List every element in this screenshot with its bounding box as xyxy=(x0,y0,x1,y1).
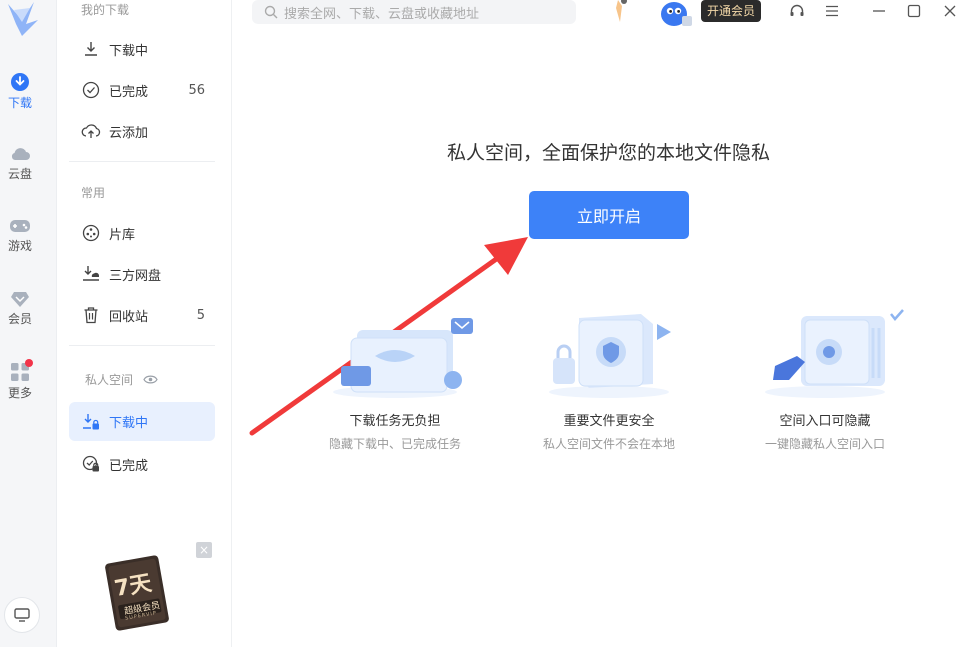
rail-label: 云盘 xyxy=(7,167,32,181)
eye-icon[interactable] xyxy=(143,374,158,385)
search-box[interactable]: 搜索全网、下载、云盘或收藏地址 xyxy=(252,0,576,24)
support-button[interactable] xyxy=(787,2,807,20)
sidebar-item-label: 下载中 xyxy=(109,43,149,59)
feature-card-hide-entry: 空间入口可隐藏 一键隐藏私人空间入口 xyxy=(730,300,920,452)
feature-title: 下载任务无负担 xyxy=(349,414,441,429)
sidebar-item-cloud-add[interactable]: 云添加 xyxy=(69,112,215,150)
screen-cast-icon xyxy=(14,608,30,622)
minimize-icon xyxy=(873,10,885,12)
sidebar-item-label: 已完成 xyxy=(109,458,149,474)
film-reel-icon xyxy=(81,223,101,243)
download-icon xyxy=(11,73,29,91)
search-icon xyxy=(264,5,278,19)
download-arrow-icon xyxy=(81,39,101,59)
cloud-icon xyxy=(11,148,30,160)
divider xyxy=(69,161,215,162)
close-icon xyxy=(944,5,956,17)
diamond-icon xyxy=(11,292,29,307)
recycle-count: 5 xyxy=(196,307,205,323)
feature-card-security: 重要文件更安全 私人空间文件不会在本地 xyxy=(514,300,704,452)
menu-button[interactable] xyxy=(822,2,842,20)
vip-button[interactable]: 开通会员 xyxy=(701,0,761,22)
rail-label: 会员 xyxy=(7,312,32,326)
promo-close-button[interactable]: × xyxy=(196,542,212,558)
avatar[interactable] xyxy=(658,0,694,28)
divider xyxy=(69,345,215,346)
sidebar-item-third-party-disk[interactable]: 三方网盘 xyxy=(69,255,215,293)
section-title-private: 私人空间 xyxy=(85,371,158,388)
promo-badge[interactable]: 7天 超级会员 SUPERVIP xyxy=(104,554,170,632)
sidebar-item-downloading[interactable]: 下载中 xyxy=(69,30,215,68)
device-button[interactable] xyxy=(4,597,40,633)
sidebar-item-label: 下载中 xyxy=(109,416,149,431)
download-lock-icon xyxy=(81,412,101,432)
check-circle-icon xyxy=(81,80,101,100)
trash-icon xyxy=(81,305,101,325)
sidebar-item-recycle-bin[interactable]: 回收站 5 xyxy=(69,296,215,334)
rail-item-cloud[interactable]: 云盘 xyxy=(0,145,40,182)
safe-shield-icon xyxy=(549,314,671,398)
sidebar-item-label: 片库 xyxy=(109,227,136,243)
sidebar-item-label: 云添加 xyxy=(109,125,149,141)
check-lock-icon xyxy=(81,454,101,474)
private-space-title: 私人空间 xyxy=(85,373,134,387)
feature-desc: 隐藏下载中、已完成任务 xyxy=(328,437,461,451)
rail-label: 更多 xyxy=(7,386,32,400)
rail-label: 游戏 xyxy=(7,239,32,253)
sidebar-item-label: 已完成 xyxy=(109,84,149,100)
rail-item-download[interactable]: 下载 xyxy=(0,72,40,111)
vault-hand-icon xyxy=(765,309,904,398)
promo-days: 7天 xyxy=(112,570,154,603)
notification-dot xyxy=(25,359,33,367)
completed-count: 56 xyxy=(188,82,205,98)
sidebar-item-library[interactable]: 片库 xyxy=(69,214,215,252)
cloud-upload-icon xyxy=(81,121,101,141)
sidebar-item-private-downloading[interactable]: 下载中 xyxy=(69,402,215,441)
top-bar: 搜索全网、下载、云盘或收藏地址 开通会员 xyxy=(232,0,975,30)
gamepad-icon xyxy=(10,220,30,232)
app-logo-icon[interactable] xyxy=(4,0,40,38)
feature-desc: 一键隐藏私人空间入口 xyxy=(764,437,885,451)
maximize-icon xyxy=(907,4,921,18)
rail-item-more[interactable]: 更多 xyxy=(0,359,40,401)
rail-item-games[interactable]: 游戏 xyxy=(0,217,40,254)
page-title: 私人空间，全面保护您的本地文件隐私 xyxy=(446,142,770,164)
section-title-common: 常用 xyxy=(81,186,106,200)
feature-title: 空间入口可隐藏 xyxy=(779,414,871,429)
headset-icon xyxy=(790,4,804,16)
section-title-my-downloads: 我的下载 xyxy=(81,3,130,17)
rail-item-vip[interactable]: 会员 xyxy=(0,290,40,327)
sidebar-item-label: 回收站 xyxy=(109,309,149,325)
maximize-button[interactable] xyxy=(904,2,924,20)
feature-card-downloads: 下载任务无负担 隐藏下载中、已完成任务 xyxy=(300,300,490,452)
menu-icon xyxy=(826,5,838,17)
left-rail: 下载 云盘 游戏 会员 更多 xyxy=(0,0,57,647)
minimize-button[interactable] xyxy=(869,2,889,20)
feature-title: 重要文件更安全 xyxy=(563,414,655,429)
sidebar-item-private-completed[interactable]: 已完成 xyxy=(69,445,215,483)
download-cloud-icon xyxy=(81,264,101,284)
character-icon[interactable] xyxy=(608,0,628,24)
feature-desc: 私人空间文件不会在本地 xyxy=(542,437,675,451)
folder-hide-icon xyxy=(333,318,473,398)
sidebar-item-label: 三方网盘 xyxy=(109,268,162,284)
close-button[interactable] xyxy=(940,2,960,20)
start-button[interactable]: 立即开启 xyxy=(529,191,689,239)
search-input[interactable]: 搜索全网、下载、云盘或收藏地址 xyxy=(284,3,479,22)
sidebar-item-completed[interactable]: 已完成 56 xyxy=(69,71,215,109)
rail-label: 下载 xyxy=(7,96,32,110)
